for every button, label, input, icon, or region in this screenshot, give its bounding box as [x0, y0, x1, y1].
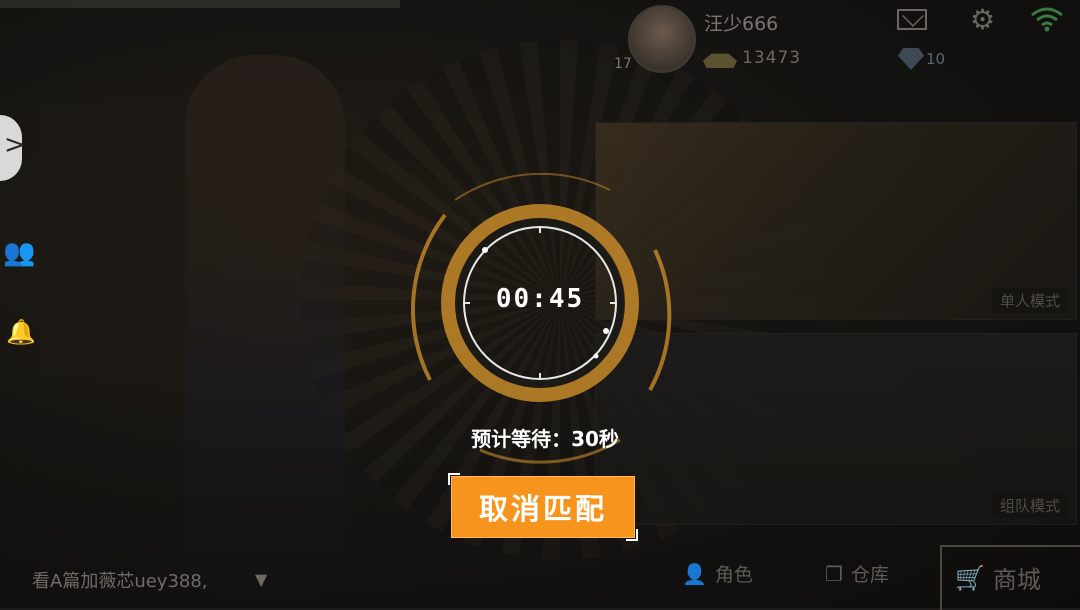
chat-message[interactable]: 看A篇加薇芯uey388, [32, 567, 208, 593]
nav-character-label: 角色 [714, 564, 753, 586]
button-corner [448, 473, 460, 485]
cart-icon: 🛒 [955, 563, 985, 592]
estimated-wait: 预计等待：30秒 [471, 427, 619, 451]
nav-character[interactable]: 👤 角色 [682, 560, 753, 587]
bell-icon[interactable]: 🔔 [6, 318, 36, 346]
nav-shop[interactable]: 🛒 商城 [955, 560, 1041, 595]
mail-icon[interactable] [897, 9, 927, 30]
nav-warehouse-label: 仓库 [850, 564, 889, 586]
chevron-right-icon: > [4, 130, 26, 160]
username: 汪少666 [704, 13, 779, 35]
nav-warehouse[interactable]: ❐ 仓库 [825, 560, 889, 587]
nav-shop-label: 商城 [992, 566, 1041, 594]
avatar[interactable] [628, 5, 696, 73]
top-left-bar [0, 0, 400, 8]
button-corner [626, 529, 638, 541]
wifi-icon [1031, 7, 1063, 32]
match-timer: 00:45 [495, 284, 585, 314]
friends-icon[interactable]: 👥 [3, 238, 35, 268]
player-level: 17 [614, 56, 632, 72]
gear-icon[interactable]: ⚙ [970, 6, 995, 34]
box-icon: ❐ [825, 561, 843, 586]
cancel-match-label: 取消匹配 [478, 492, 607, 526]
chevron-down-icon[interactable]: ▼ [255, 570, 267, 589]
coin-count: 13473 [742, 48, 802, 68]
gem-count: 10 [926, 50, 946, 68]
person-icon: 👤 [682, 561, 707, 586]
cancel-match-button[interactable]: 取消匹配 [448, 473, 638, 541]
